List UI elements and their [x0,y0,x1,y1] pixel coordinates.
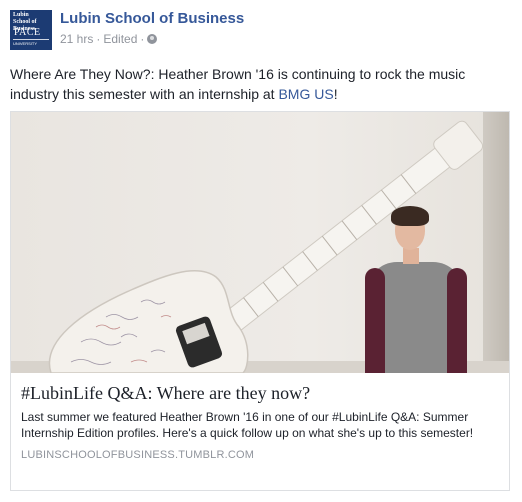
globe-icon[interactable] [147,34,158,44]
post-header: Lubin School of Business PACE UNIVERSITY … [10,10,510,52]
meta-separator: · [140,32,145,46]
person-neck [403,248,419,264]
edited-link[interactable]: Edited [103,32,137,46]
link-preview-text[interactable]: #LubinLife Q&A: Where are they now? Last… [11,373,509,490]
meta-separator: · [96,32,101,46]
avatar[interactable]: Lubin School of Business PACE UNIVERSITY [10,10,52,50]
post-text: Where Are They Now?: Heather Brown '16 i… [10,64,515,104]
person-sleeve-left [365,268,385,373]
person-hair [391,206,429,226]
page-name-link[interactable]: Lubin School of Business [60,10,244,27]
person-sleeve-right [447,268,467,373]
avatar-divider [13,39,49,40]
avatar-subtext: UNIVERSITY [13,41,38,46]
facebook-post: Lubin School of Business PACE UNIVERSITY … [0,0,522,502]
post-meta: 21 hrs · Edited · [60,32,158,46]
bmg-us-link[interactable]: BMG US [278,86,333,102]
link-preview-card[interactable]: #LubinLife Q&A: Where are they now? Last… [10,111,510,491]
link-domain: LUBINSCHOOLOFBUSINESS.TUMBLR.COM [21,449,255,461]
timestamp-link[interactable]: 21 hrs [60,32,93,46]
post-text-main: Where Are They Now?: Heather Brown '16 i… [10,66,466,102]
link-description: Last summer we featured Heather Brown '1… [21,410,474,440]
avatar-logo: PACE [14,27,41,38]
link-title[interactable]: #LubinLife Q&A: Where are they now? [21,381,501,405]
link-preview-image[interactable] [11,112,509,373]
post-text-end: ! [333,86,338,102]
